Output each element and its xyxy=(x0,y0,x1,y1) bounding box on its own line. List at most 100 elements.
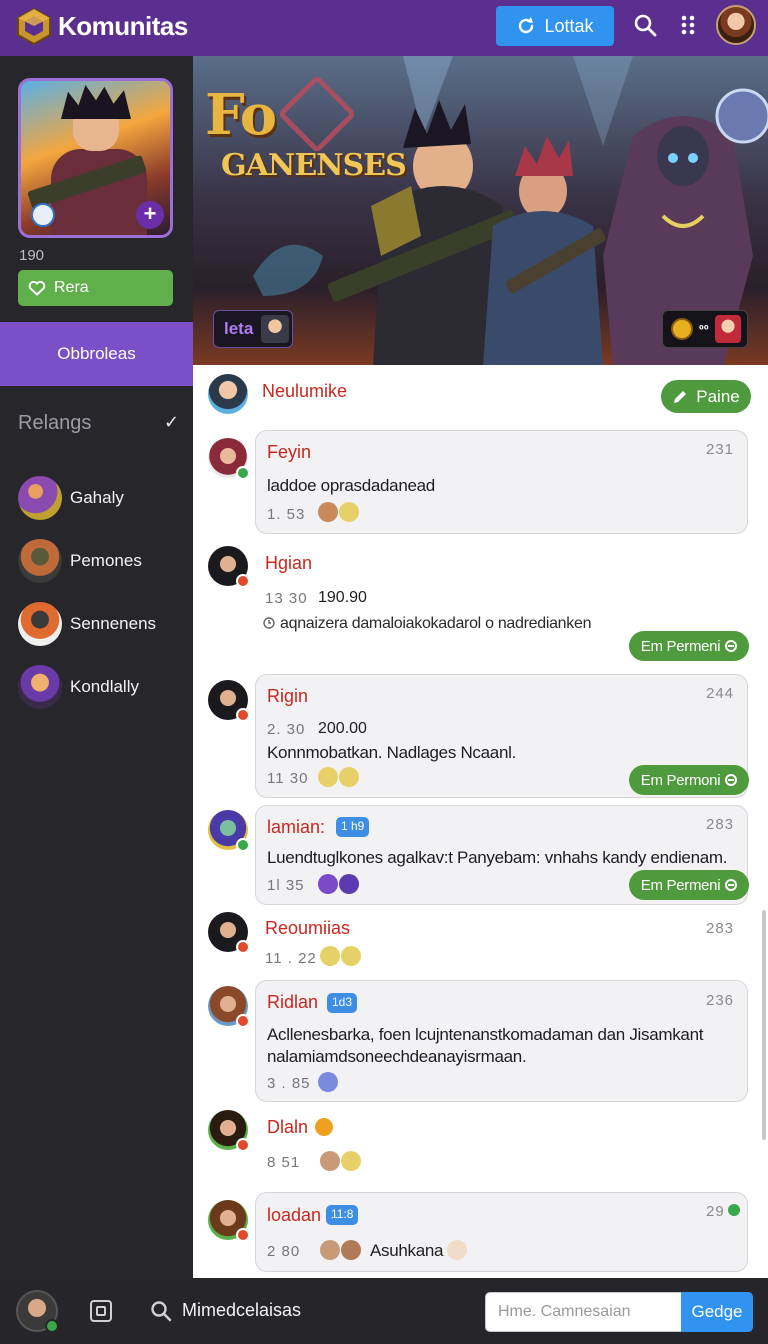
username[interactable]: Hgian xyxy=(265,553,312,574)
reactions[interactable] xyxy=(320,946,361,966)
search-icon[interactable] xyxy=(632,12,658,38)
message-meta: 13 30 xyxy=(265,590,308,607)
avatar[interactable] xyxy=(208,680,250,722)
avatar[interactable] xyxy=(16,1290,59,1333)
avatar[interactable] xyxy=(208,810,250,852)
message-text: aqnaizera damaloiakokadarol o nadrediank… xyxy=(280,615,592,632)
sidebar-item-label: Gahaly xyxy=(70,488,124,507)
top-bar: Komunitas Lottak xyxy=(0,0,768,56)
message-text: Luendtuglkones agalkav:t Panyebam: vnhah… xyxy=(267,848,728,867)
username[interactable]: Dlaln xyxy=(267,1117,308,1138)
check-icon[interactable]: ✓ xyxy=(164,412,179,433)
timestamp: 244 xyxy=(706,685,735,702)
username[interactable]: loadan xyxy=(267,1205,321,1226)
status-dot xyxy=(236,708,250,722)
reactions[interactable] xyxy=(318,874,359,894)
avatar[interactable] xyxy=(208,986,250,1028)
bottom-label[interactable]: Mimedcelaisas xyxy=(182,1300,301,1321)
banner-tag-right[interactable]: ⁰⁰ xyxy=(662,310,748,348)
username[interactable]: Ridlan xyxy=(267,992,318,1013)
message-text: Asuhkana xyxy=(370,1241,444,1260)
sidebar-item-active[interactable]: Obbroleas xyxy=(0,322,193,386)
online-status xyxy=(728,1204,740,1216)
streamer-avatar xyxy=(714,315,741,343)
send-button-label: Gedge xyxy=(691,1302,743,1321)
refresh-icon xyxy=(519,17,534,34)
plus-icon[interactable]: + xyxy=(136,201,164,229)
avatar[interactable] xyxy=(208,912,250,954)
reactions[interactable] xyxy=(320,1151,361,1171)
follow-button[interactable]: Rera xyxy=(18,270,173,306)
message-meta: 8 51 xyxy=(267,1154,301,1171)
send-button[interactable]: Gedge xyxy=(681,1292,753,1332)
coin-icon xyxy=(671,318,693,340)
heart-icon xyxy=(28,280,46,296)
timestamp: 231 xyxy=(706,441,735,458)
message-input[interactable] xyxy=(485,1292,681,1332)
reactions[interactable] xyxy=(318,502,359,522)
banner-title: Fo xyxy=(205,82,277,148)
scrollbar[interactable] xyxy=(762,910,766,1140)
username[interactable]: Reoumiias xyxy=(265,918,350,939)
username[interactable]: lamian: xyxy=(267,817,325,838)
message-meta: 11 30 xyxy=(267,770,309,787)
reactions[interactable] xyxy=(318,1072,338,1092)
sidebar-item-sennenens[interactable]: Sennenens xyxy=(18,601,193,647)
sidebar-item-gahaly[interactable]: Gahaly xyxy=(18,475,193,521)
avatar[interactable] xyxy=(208,1200,250,1242)
sidebar: + 190 Rera Obbroleas Relangs ✓ Gahaly Pe… xyxy=(0,56,193,1278)
message-bubble xyxy=(255,1192,748,1272)
avatar[interactable] xyxy=(208,546,250,588)
level-badge: 11:8 xyxy=(326,1205,359,1225)
minus-circle-icon xyxy=(725,774,738,786)
join-button-label: Em Permeni xyxy=(640,637,721,655)
join-button[interactable]: Em Permoni xyxy=(629,765,749,795)
hero-banner[interactable]: Fo GANENSES leta ⁰⁰ xyxy=(193,56,768,365)
message-value: 200.00 xyxy=(318,720,367,737)
reactions[interactable] xyxy=(447,1240,467,1260)
pencil-icon xyxy=(674,390,687,403)
sidebar-item-label: Kondlally xyxy=(70,677,139,696)
minus-circle-icon xyxy=(725,640,738,652)
avatar[interactable] xyxy=(208,438,250,480)
channel-avatar xyxy=(18,602,62,646)
login-button[interactable]: Lottak xyxy=(496,6,614,46)
join-button-label: Em Permoni xyxy=(640,771,721,789)
channel-avatar xyxy=(18,539,62,583)
app-title: Komunitas xyxy=(58,11,188,41)
more-dots-icon[interactable] xyxy=(678,12,698,38)
avatar[interactable] xyxy=(208,1110,250,1152)
message-text: laddoe oprasdadanead xyxy=(267,476,435,495)
square-icon[interactable] xyxy=(90,1300,112,1322)
streamer-avatar xyxy=(261,315,290,343)
sidebar-item-label: Pemones xyxy=(70,551,142,570)
join-button[interactable]: Em Permeni xyxy=(629,870,749,900)
message-meta: 2. 30 xyxy=(267,721,306,738)
username[interactable]: Rigin xyxy=(267,686,308,707)
timestamp: 236 xyxy=(706,992,735,1009)
timestamp: 283 xyxy=(706,920,735,937)
sidebar-item-pemones[interactable]: Pemones xyxy=(18,538,193,584)
username[interactable]: Neulumike xyxy=(262,381,347,402)
follow-label: Rera xyxy=(54,279,89,296)
message-meta: 1. 53 xyxy=(267,506,306,523)
reactions[interactable] xyxy=(320,1240,361,1260)
post-button[interactable]: Paine xyxy=(661,380,751,413)
sidebar-item-kondlally[interactable]: Kondlally xyxy=(18,664,193,710)
username[interactable]: Feyin xyxy=(267,442,311,463)
reactions[interactable] xyxy=(318,767,359,787)
status-dot xyxy=(236,574,250,588)
join-button[interactable]: Em Permeni xyxy=(629,631,749,661)
channel-avatar xyxy=(18,476,62,520)
message-text: nalamiamdsoneechdeanayisrmaan. xyxy=(267,1047,527,1066)
sidebar-item-label: Sennenens xyxy=(70,614,157,633)
message-meta: 3 . 85 xyxy=(267,1075,311,1092)
profile-card[interactable]: + xyxy=(18,78,173,238)
user-avatar[interactable] xyxy=(716,5,756,45)
member-count: 190 xyxy=(19,247,45,264)
avatar[interactable] xyxy=(208,374,248,414)
online-status xyxy=(236,466,250,480)
search-icon[interactable] xyxy=(150,1300,172,1322)
banner-tag-left[interactable]: leta xyxy=(213,310,293,348)
cube-logo-icon[interactable] xyxy=(14,6,54,46)
